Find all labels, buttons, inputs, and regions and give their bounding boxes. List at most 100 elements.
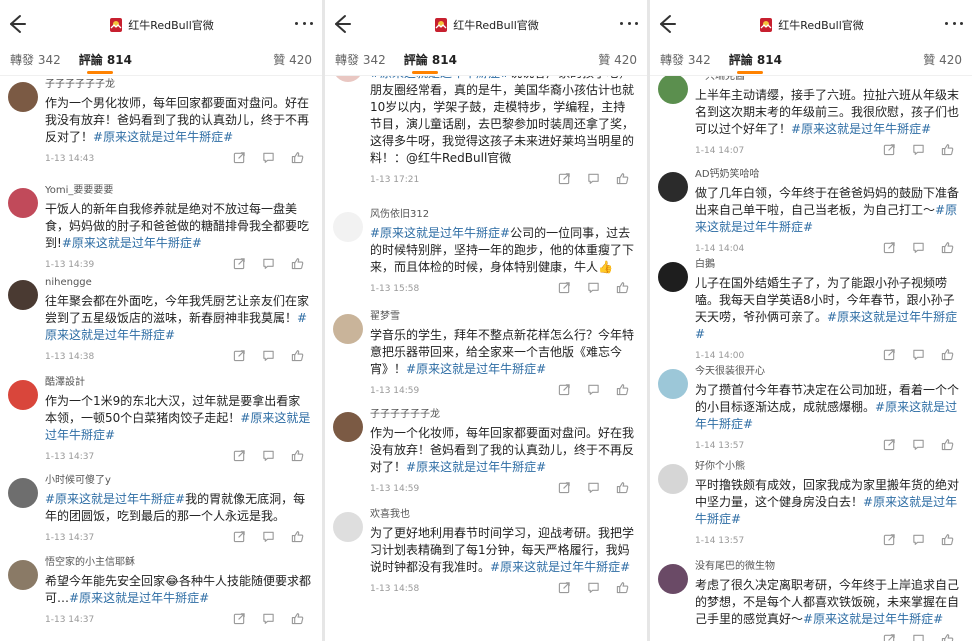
tab-comments[interactable]: 評論 814: [404, 50, 457, 74]
tab-likes[interactable]: 贊 420: [273, 50, 312, 70]
like-icon[interactable]: [616, 172, 629, 185]
avatar[interactable]: [658, 369, 688, 399]
comment-username[interactable]: 翟梦雪: [370, 308, 637, 324]
avatar[interactable]: [658, 262, 688, 292]
tab-reposts[interactable]: 轉發 342: [660, 50, 711, 70]
hashtag-link[interactable]: #原来这就是过年牛掰症#: [370, 226, 510, 240]
share-icon[interactable]: [883, 633, 896, 641]
comment-username[interactable]: 小时候可傻了y: [45, 472, 312, 488]
share-icon[interactable]: [883, 348, 896, 361]
avatar[interactable]: [8, 188, 38, 218]
share-icon[interactable]: [558, 383, 571, 396]
reply-icon[interactable]: [587, 481, 600, 494]
hashtag-link[interactable]: #原来这就是过年牛掰症#: [370, 76, 510, 80]
like-icon[interactable]: [616, 383, 629, 396]
reply-icon[interactable]: [587, 172, 600, 185]
avatar[interactable]: [333, 76, 363, 82]
like-icon[interactable]: [941, 241, 954, 254]
reply-icon[interactable]: [262, 612, 275, 625]
reply-icon[interactable]: [912, 533, 925, 546]
back-arrow-icon[interactable]: [654, 12, 678, 36]
comment-username[interactable]: 子子子子子子龙: [370, 406, 637, 422]
hashtag-link[interactable]: #原来这就是过年牛掰症#: [45, 492, 185, 506]
avatar[interactable]: [658, 172, 688, 202]
like-icon[interactable]: [941, 438, 954, 451]
reply-icon[interactable]: [912, 633, 925, 641]
hashtag-link[interactable]: #原来这就是过年牛掰症#: [791, 122, 931, 136]
reply-icon[interactable]: [587, 281, 600, 294]
comment-username[interactable]: 悟空家的小主信耶稣: [45, 554, 312, 570]
reply-icon[interactable]: [912, 241, 925, 254]
tab-likes[interactable]: 贊 420: [923, 50, 962, 70]
like-icon[interactable]: [291, 449, 304, 462]
more-options-icon[interactable]: [292, 14, 316, 32]
reply-icon[interactable]: [587, 581, 600, 594]
comment-username[interactable]: 欢喜我也: [370, 506, 637, 522]
like-icon[interactable]: [616, 481, 629, 494]
tab-comments[interactable]: 評論 814: [79, 50, 132, 74]
tab-comments[interactable]: 評論 814: [729, 50, 782, 74]
comment-username[interactable]: 子子子子子子龙: [45, 76, 312, 92]
more-options-icon[interactable]: [942, 14, 966, 32]
comment-username[interactable]: 没有尾巴的微生物: [695, 558, 962, 574]
share-icon[interactable]: [558, 481, 571, 494]
avatar[interactable]: [333, 314, 363, 344]
avatar[interactable]: [333, 512, 363, 542]
like-icon[interactable]: [291, 151, 304, 164]
comment-list[interactable]: 一只瑞克酱 上半年主动请缨，接手了六班。拉扯六班从年级末名到这次期末考的年级前三…: [650, 76, 972, 641]
comment-username[interactable]: AD钙奶笑哈哈: [695, 166, 962, 182]
reply-icon[interactable]: [262, 349, 275, 362]
comment-username[interactable]: 风伤依旧312: [370, 206, 637, 222]
like-icon[interactable]: [616, 581, 629, 594]
hashtag-link[interactable]: #原来这就是过年牛掰症#: [490, 560, 630, 574]
like-icon[interactable]: [291, 530, 304, 543]
share-icon[interactable]: [883, 438, 896, 451]
reply-icon[interactable]: [912, 438, 925, 451]
share-icon[interactable]: [558, 172, 571, 185]
like-icon[interactable]: [941, 633, 954, 641]
comment-username[interactable]: 一只瑞克酱: [695, 76, 962, 84]
reply-icon[interactable]: [587, 383, 600, 396]
comment-username[interactable]: 好你个小熊: [695, 458, 962, 474]
share-icon[interactable]: [883, 143, 896, 156]
hashtag-link[interactable]: #原来这就是过年牛掰症#: [62, 236, 202, 250]
like-icon[interactable]: [941, 533, 954, 546]
share-icon[interactable]: [558, 281, 571, 294]
like-icon[interactable]: [616, 281, 629, 294]
share-icon[interactable]: [233, 257, 246, 270]
avatar[interactable]: [8, 280, 38, 310]
avatar[interactable]: [658, 564, 688, 594]
like-icon[interactable]: [941, 143, 954, 156]
avatar[interactable]: [658, 76, 688, 104]
share-icon[interactable]: [233, 349, 246, 362]
hashtag-link[interactable]: #原来这就是过年牛掰症#: [69, 591, 209, 605]
avatar[interactable]: [8, 380, 38, 410]
like-icon[interactable]: [291, 349, 304, 362]
comment-list[interactable]: 拉布布v #原来这就是过年牛掰症#说说客户家的孩子吧，朋友圈经常看，真的是牛，美…: [325, 76, 647, 641]
avatar[interactable]: [333, 412, 363, 442]
tab-reposts[interactable]: 轉發 342: [10, 50, 61, 70]
reply-icon[interactable]: [262, 151, 275, 164]
reply-icon[interactable]: [262, 449, 275, 462]
share-icon[interactable]: [233, 530, 246, 543]
avatar[interactable]: [8, 478, 38, 508]
back-arrow-icon[interactable]: [4, 12, 28, 36]
share-icon[interactable]: [233, 151, 246, 164]
comment-username[interactable]: 白鵝: [695, 256, 962, 272]
comment-list[interactable]: 子子子子子子龙 作为一个男化妆师，每年回家都要面对盘问。好在我没有放弃！爸妈看到…: [0, 76, 322, 641]
share-icon[interactable]: [883, 241, 896, 254]
hashtag-link[interactable]: #原来这就是过年牛掰症#: [406, 460, 546, 474]
share-icon[interactable]: [233, 612, 246, 625]
hashtag-link[interactable]: #原来这就是过年牛掰症#: [803, 612, 943, 626]
like-icon[interactable]: [291, 257, 304, 270]
share-icon[interactable]: [558, 581, 571, 594]
reply-icon[interactable]: [912, 143, 925, 156]
hashtag-link[interactable]: #原来这就是过年牛掰症#: [93, 130, 233, 144]
more-options-icon[interactable]: [617, 14, 641, 32]
comment-username[interactable]: nihengge: [45, 274, 312, 290]
like-icon[interactable]: [941, 348, 954, 361]
comment-username[interactable]: Yomi_要要要要: [45, 182, 312, 198]
share-icon[interactable]: [883, 533, 896, 546]
reply-icon[interactable]: [262, 257, 275, 270]
avatar[interactable]: [8, 560, 38, 590]
